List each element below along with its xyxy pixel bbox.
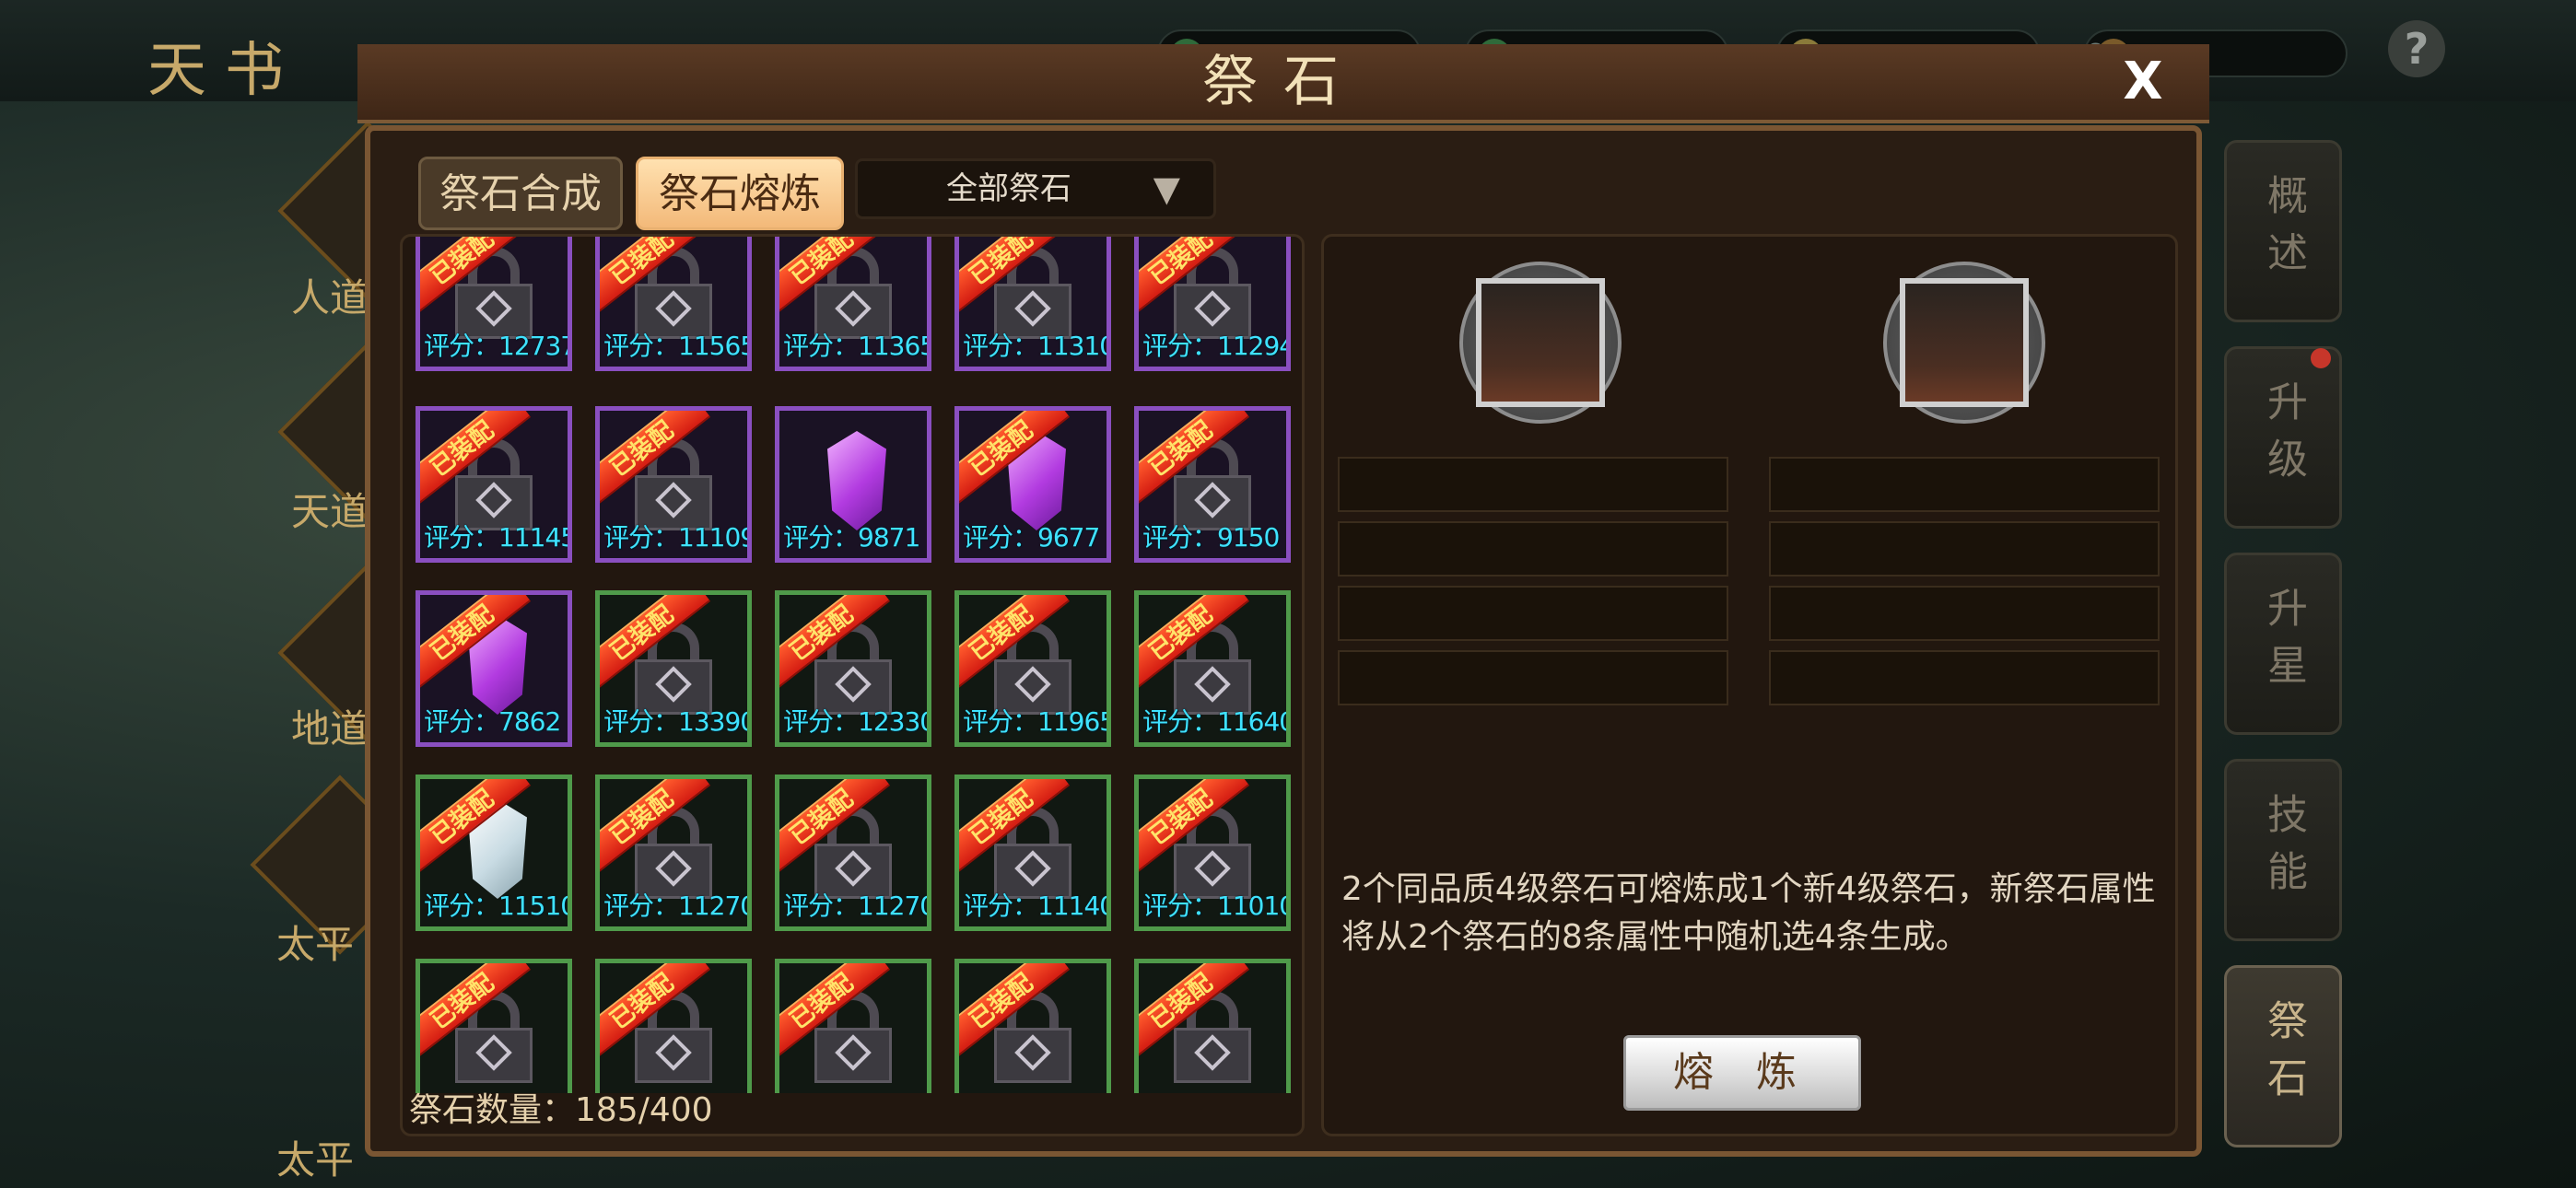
side-tab-star[interactable]: 升星 [2224,553,2342,735]
stone-score: 评分：9871 [783,522,920,553]
stone-score: 评分：11010 [1142,891,1291,921]
stone-cell[interactable]: 已装配 评分：11965 [954,590,1111,747]
stone-score: 评分：11109 [603,522,752,553]
stone-score: 评分：9677 [963,522,1100,553]
stone-grid-panel[interactable]: 已装配 评分：12737 已装配 评分：11565 已装配 评分：11365 已装配 评分：1… [400,234,1305,1136]
stone-cell[interactable]: 已装配 评分：12737 [416,237,572,371]
smelt-button[interactable]: 熔 炼 [1623,1035,1861,1111]
stone-filter-dropdown[interactable]: 全部祭石 ▼ [855,158,1216,219]
stone-cell[interactable]: 已装配 [954,959,1111,1093]
bg-label: 太平 [276,922,355,967]
stone-score: 评分：13390 [603,706,752,737]
bg-label: 太平 [276,1137,355,1182]
stone-cell[interactable]: 已装配 评分：11145 [416,406,572,563]
side-tab-skill[interactable]: 技能 [2224,759,2342,941]
side-tab-overview[interactable]: 概述 [2224,140,2342,322]
stone-score: 评分：11270 [603,891,752,921]
smelt-slot-2[interactable] [1883,262,2045,424]
close-button[interactable]: X [2113,52,2173,112]
attribute-row [1769,650,2160,705]
side-tab-upgrade[interactable]: 升级 [2224,346,2342,529]
purple-crystal-icon [827,431,886,530]
empty-slot-icon [1900,278,2029,407]
stone-cell[interactable]: 已装配 评分：12330 [775,590,931,747]
stone-cell[interactable]: 已装配 评分：11270 [595,775,752,931]
stone-score: 评分：7862 [424,706,561,737]
stone-cell[interactable]: 已装配 [1134,959,1291,1093]
stone-cell[interactable]: 已装配 评分：9677 [954,406,1111,563]
stone-score: 评分：11565 [603,331,752,361]
stone-cell[interactable]: 已装配 评分：11310 [954,237,1111,371]
stone-cell[interactable]: 已装配 [595,959,752,1093]
stone-cell[interactable]: 已装配 [775,959,931,1093]
background-title: 天书 [147,37,302,105]
attribute-row [1338,650,1728,705]
tab-synthesize[interactable]: 祭石合成 [418,157,623,230]
attribute-row [1338,521,1728,577]
help-button[interactable]: ? [2388,20,2445,77]
empty-slot-icon [1476,278,1605,407]
stone-score: 评分：11270 [783,891,931,921]
stone-score: 评分：12330 [783,706,931,737]
attribute-row [1769,457,2160,512]
stone-cell[interactable]: 已装配 评分：7862 [416,590,572,747]
stone-cell[interactable]: 已装配 评分：11510 [416,775,572,931]
stone-score: 评分：9150 [1142,522,1280,553]
attribute-row [1769,586,2160,641]
stone-score: 评分：11140 [963,891,1111,921]
notification-dot [2311,348,2331,368]
stone-score: 评分：12737 [424,331,572,361]
chevron-down-icon: ▼ [1153,169,1180,209]
stone-cell[interactable]: 已装配 评分：11140 [954,775,1111,931]
stone-score: 评分：11365 [783,331,931,361]
stone-cell[interactable]: 已装配 评分：11640 [1134,590,1291,747]
stone-cell[interactable]: 评分：9871 [775,406,931,563]
filter-selected: 全部祭石 [946,170,1071,207]
stone-score: 评分：11510 [424,891,572,921]
attribute-row [1338,586,1728,641]
smelt-slot-1[interactable] [1459,262,1622,424]
side-tab-sacrifice-stone[interactable]: 祭石 [2224,965,2342,1147]
stone-cell[interactable]: 已装配 评分：11010 [1134,775,1291,931]
stone-cell[interactable]: 已装配 评分：11109 [595,406,752,563]
stone-count: 祭石数量：185/400 [409,1091,713,1129]
stone-score: 评分：11640 [1142,706,1291,737]
stone-cell[interactable]: 已装配 评分：11565 [595,237,752,371]
dialog-title: 祭石 [1202,50,1364,114]
tab-smelt[interactable]: 祭石熔炼 [636,157,844,230]
stone-score: 评分：11294 [1142,331,1291,361]
stone-score: 评分：11145 [424,522,572,553]
stone-score: 评分：11310 [963,331,1111,361]
stone-grid: 已装配 评分：12737 已装配 评分：11565 已装配 评分：11365 已装配 评分：1… [403,237,1302,1093]
stone-cell[interactable]: 已装配 [416,959,572,1093]
stone-cell[interactable]: 已装配 评分：11294 [1134,237,1291,371]
stone-cell[interactable]: 已装配 评分：9150 [1134,406,1291,563]
smelt-description: 2个同品质4级祭石可熔炼成1个新4级祭石，新祭石属性将从2个祭石的8条属性中随机… [1341,870,2156,956]
stone-cell[interactable]: 已装配 评分：13390 [595,590,752,747]
attribute-row [1338,457,1728,512]
stone-cell[interactable]: 已装配 评分：11270 [775,775,931,931]
attribute-row [1769,521,2160,577]
stone-cell[interactable]: 已装配 评分：11365 [775,237,931,371]
stone-score: 评分：11965 [963,706,1111,737]
